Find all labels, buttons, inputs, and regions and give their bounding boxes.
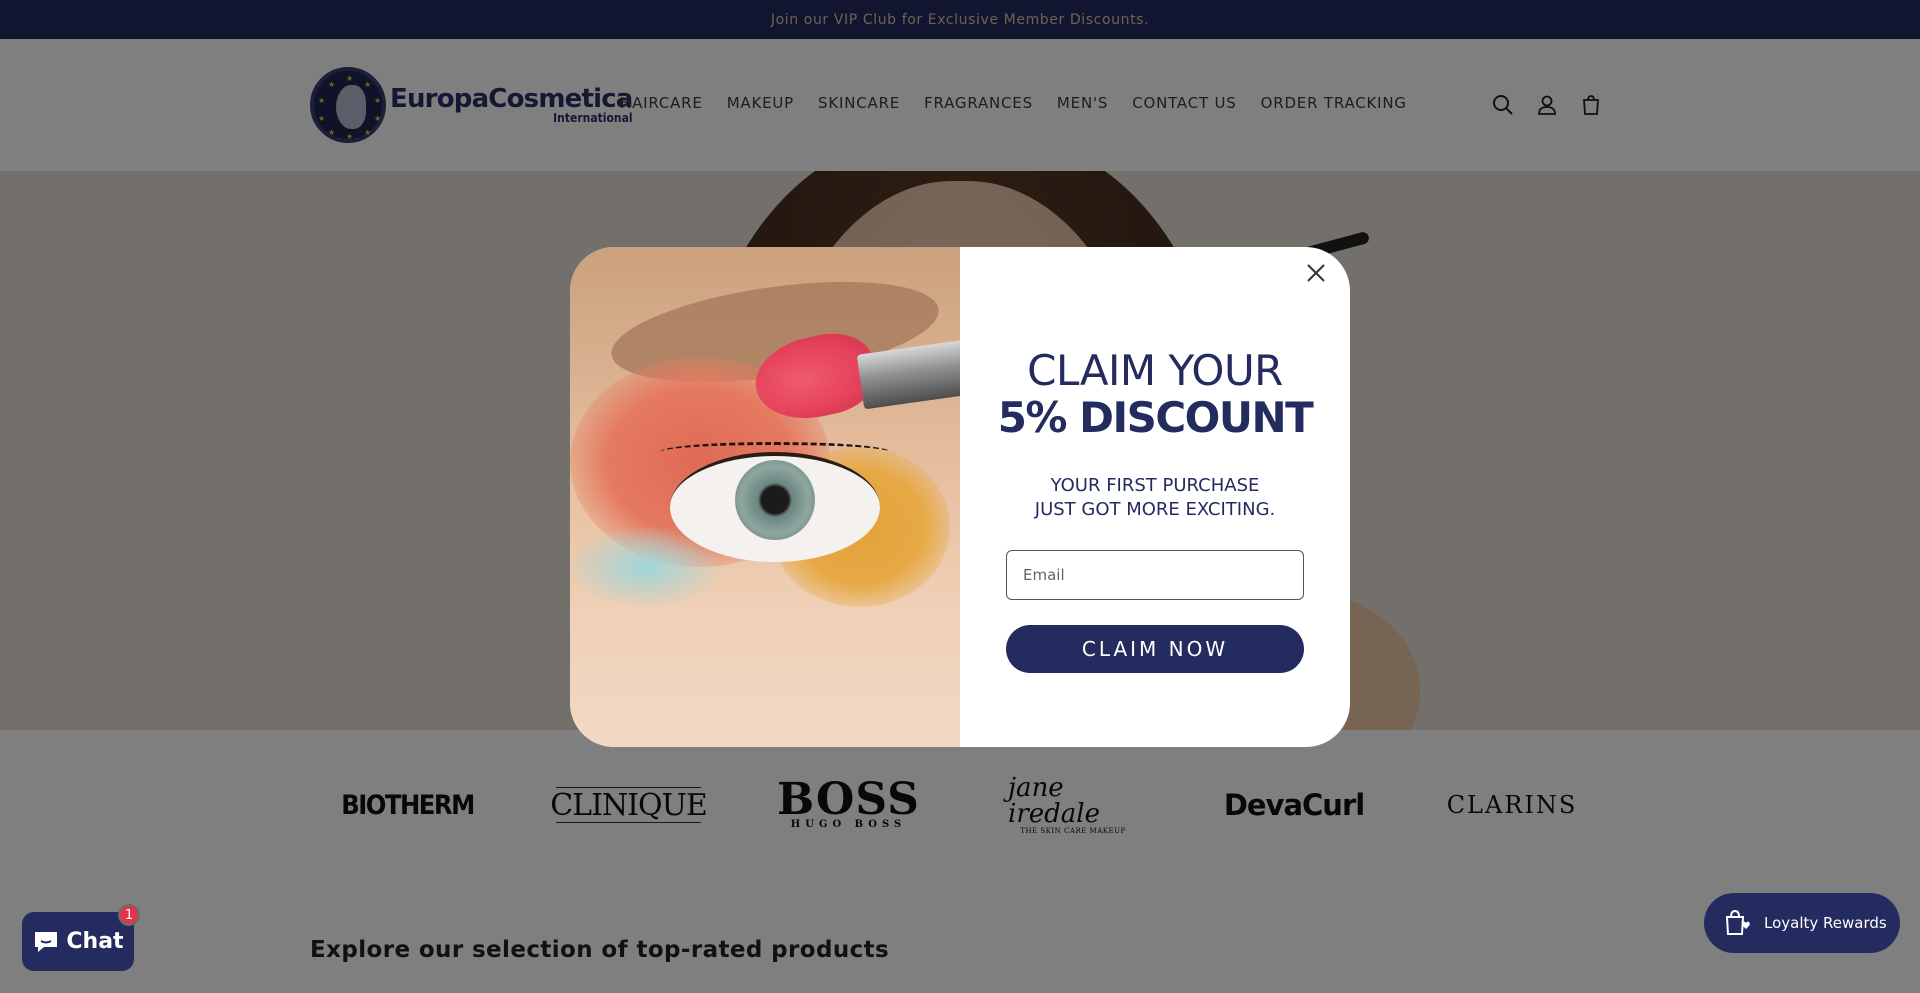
chat-button[interactable]: Chat 1 — [22, 904, 140, 971]
discount-popup: CLAIM YOUR 5% DISCOUNT YOUR FIRST PURCHA… — [570, 247, 1350, 747]
close-icon[interactable] — [1300, 257, 1332, 289]
popup-heading-line2: 5% DISCOUNT — [997, 393, 1314, 442]
email-field[interactable] — [1006, 550, 1304, 600]
chat-bubble-icon — [35, 931, 58, 952]
popup-subtext-line2: JUST GOT MORE EXCITING. — [1034, 499, 1276, 520]
claim-now-button[interactable]: CLAIM NOW — [1006, 625, 1304, 673]
chat-badge: 1 — [118, 904, 140, 926]
popup-heading-line1: CLAIM YOUR — [1027, 346, 1283, 395]
popup-image — [570, 247, 960, 747]
loyalty-rewards-button[interactable]: Loyalty Rewards — [1704, 893, 1900, 953]
loyalty-label: Loyalty Rewards — [1764, 914, 1887, 932]
popup-form: CLAIM YOUR 5% DISCOUNT YOUR FIRST PURCHA… — [960, 247, 1350, 747]
chat-label: Chat — [66, 929, 124, 954]
popup-subtext-line1: YOUR FIRST PURCHASE — [1050, 475, 1260, 496]
popup-subtext: YOUR FIRST PURCHASE JUST GOT MORE EXCITI… — [960, 474, 1350, 522]
shopping-bag-heart-icon — [1725, 909, 1750, 935]
